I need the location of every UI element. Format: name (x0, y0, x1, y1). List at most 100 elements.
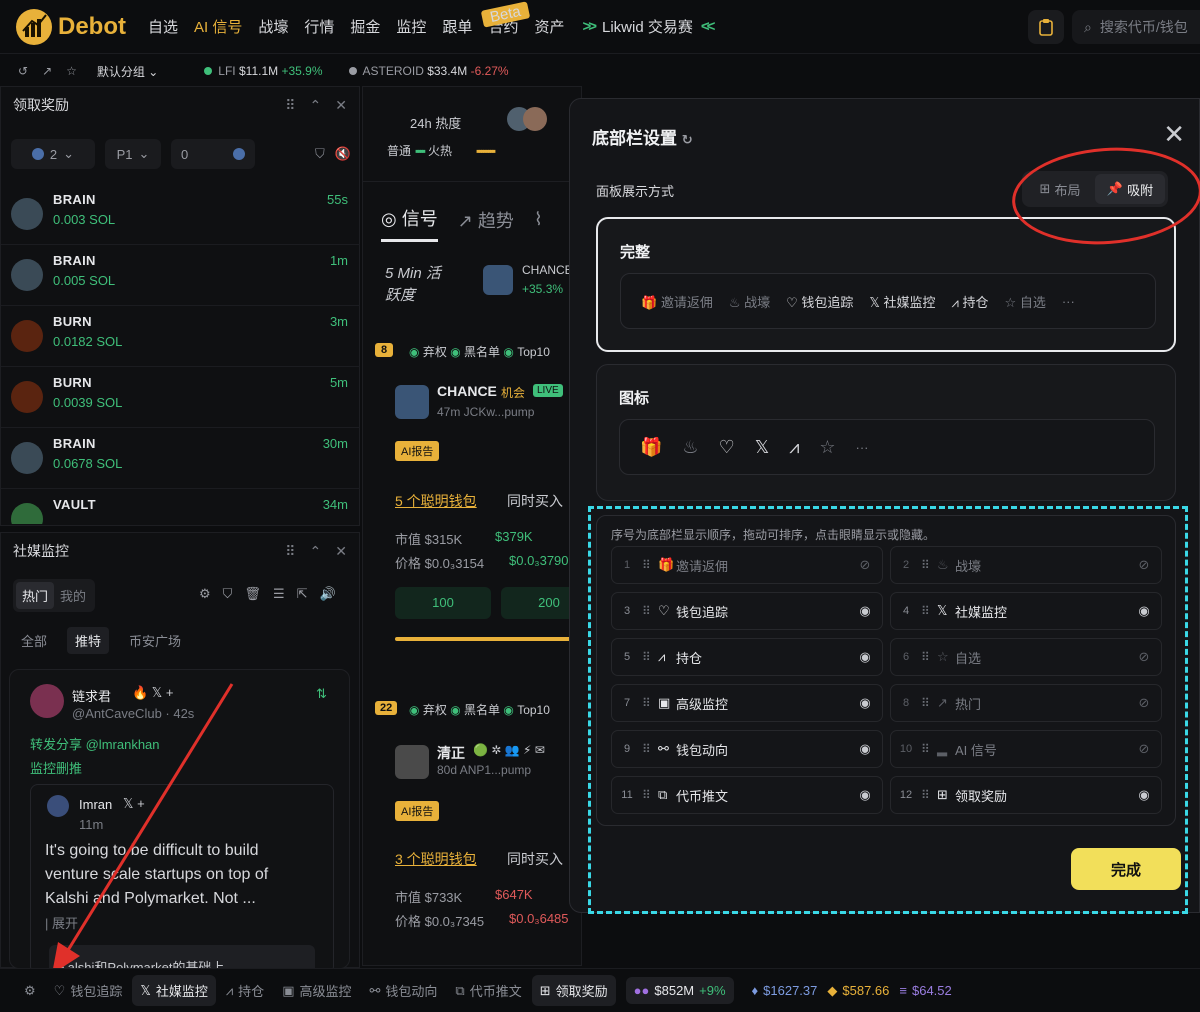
list-item[interactable]: BURN 0.0039 SOL 5m (1, 367, 360, 428)
collapse-icon[interactable]: ⌃ (310, 97, 322, 114)
subtab-all[interactable]: 全部 (13, 627, 55, 654)
ticker-item[interactable]: LFI $11.1M +35.9% (218, 64, 322, 78)
list-item[interactable]: BRAIN 0.0678 SOL 30m (1, 428, 360, 489)
tag: 黑名单 (464, 345, 501, 359)
flame-icon: ♨ (728, 294, 741, 310)
tab-trends[interactable]: ↗ 趋势 (458, 207, 514, 241)
bnb-icon: ◆ (827, 982, 838, 998)
subtab-twitter[interactable]: 推特 (67, 627, 110, 654)
star-icon[interactable]: ☆ (66, 64, 77, 78)
collapse-icon[interactable]: ⌃ (310, 543, 322, 560)
volume-change: +9% (699, 983, 726, 998)
more-icon: ··· (1061, 293, 1075, 309)
tab-hot[interactable]: 热门 (16, 582, 55, 609)
close-icon[interactable]: ✕ (335, 97, 347, 114)
dialog-title-text: 底部栏设置 (592, 129, 677, 148)
nav-item-contract[interactable]: 合约 Beta (480, 1, 530, 37)
token-name: BURN (53, 314, 92, 329)
bottom-item-wallet-tracking[interactable]: ♡ 钱包追踪 (54, 981, 123, 1000)
list-item[interactable]: VAULT 34m (1, 489, 360, 524)
nav-item-copytrade[interactable]: 跟单 (434, 16, 480, 37)
price: 价格 $0.0₃3154 (395, 556, 485, 571)
tab-signals-label: 信号 (401, 209, 438, 229)
smart-wallet-link[interactable]: 3 个聪明钱包 (395, 849, 477, 869)
close-icon[interactable]: ✕ (1163, 121, 1185, 147)
search-input[interactable]: ⌕ 搜索代币/钱包 (1072, 10, 1200, 44)
search-placeholder: 搜索代币/钱包 (1099, 19, 1188, 35)
tab-signals[interactable]: ◎ 信号 (381, 205, 438, 242)
social-subtabs: 全部 推特 币安广场 (13, 627, 189, 654)
nav-item-mining[interactable]: 掘金 (342, 16, 388, 37)
trend-icon[interactable]: ↗ (42, 64, 52, 78)
smart-suffix: 同时买入 (507, 851, 563, 867)
bottom-item-label: 高级监控 (299, 984, 352, 999)
list-item[interactable]: BRAIN 0.005 SOL 1m (1, 245, 360, 306)
nav-item-watchlist[interactable]: 自选 (140, 16, 186, 37)
clipboard-button[interactable] (1028, 10, 1064, 44)
tag: 弃权 (422, 345, 447, 359)
signal-card[interactable]: 22 ◉ 弃权 ◉ 黑名单 ◉ Top10 清正 🟢 ✲ 👥 ⚡ ✉ 80d A… (373, 691, 581, 965)
bottom-item-advanced-monitor[interactable]: ▣ 高级监控 (282, 981, 351, 1000)
speaker-icon[interactable]: 🔊 (320, 586, 336, 602)
nav-item-ai-signal[interactable]: AI 信号 (186, 16, 250, 37)
close-icon[interactable]: ✕ (335, 543, 347, 560)
preview-item: 🎁 邀请返佣 (641, 292, 713, 311)
annotation-box (588, 506, 1188, 914)
chain-filter[interactable]: 2 ⌄ (11, 139, 95, 169)
bottom-item-token-tweets[interactable]: ⧉ 代币推文 (455, 981, 521, 1000)
bottom-item-holdings[interactable]: ⩘ 持仓 (226, 981, 264, 1000)
list-item[interactable]: BURN 0.0182 SOL 3m (1, 306, 360, 367)
link-icon[interactable]: ⌇ (534, 209, 543, 238)
ticker-name: ASTEROID (362, 64, 424, 78)
amount-value: 0 (181, 146, 189, 162)
eth-price: ♦ $1627.37 (752, 983, 818, 998)
trash-icon[interactable]: 🗑 (244, 586, 261, 602)
social-icons: 🟢 ✲ 👥 ⚡ ✉ (473, 743, 545, 757)
buy-100-button[interactable]: 100 (395, 587, 491, 619)
price: 价格 $0.0₃7345 (395, 914, 485, 929)
list-item[interactable]: BRAIN 0.003 SOL 55s (1, 184, 360, 245)
icon-style-card[interactable]: 图标 🎁 ♨ ♡ 𝕏 ⩘ ☆ ··· (596, 364, 1176, 501)
priority-filter[interactable]: P1 ⌄ (105, 139, 161, 169)
ticker-value: $33.4M (427, 64, 468, 78)
history-icon[interactable]: ↺ (18, 64, 28, 78)
brand-logo[interactable]: Debot (16, 8, 126, 45)
amount-input[interactable]: 0 (171, 139, 255, 169)
rewards-list: BRAIN 0.003 SOL 55s BRAIN 0.005 SOL 1m B… (1, 184, 360, 524)
gear-icon[interactable]: ⚙ (199, 586, 211, 602)
drag-handle-icon[interactable]: ⠿ (285, 97, 295, 114)
preview-item-label: 邀请返佣 (660, 294, 713, 310)
ticker-item[interactable]: ASTEROID $33.4M -6.27% (363, 64, 509, 78)
token-name: BURN (53, 375, 92, 390)
group-select[interactable]: 默认分组 ⌄ (97, 63, 158, 80)
tab-mine[interactable]: 我的 (54, 582, 92, 609)
nav-item-monitor[interactable]: 监控 (388, 16, 434, 37)
bottom-item-social-monitor[interactable]: 𝕏 社媒监控 (132, 975, 216, 1006)
bottom-item-wallet-activity[interactable]: ⚯ 钱包动向 (370, 981, 438, 1000)
refresh-icon[interactable]: ↻ (682, 132, 693, 147)
token-name: BRAIN (53, 436, 96, 451)
ai-report-button[interactable]: AI报告 (395, 801, 440, 821)
filter-icon[interactable]: ⛉ (315, 139, 325, 169)
token-name: BRAIN (53, 192, 96, 207)
fire-icon (11, 381, 43, 413)
price-value: $1627.37 (763, 983, 818, 998)
ai-report-button[interactable]: AI报告 (395, 441, 440, 461)
mute-icon[interactable]: 🔇 (335, 139, 351, 169)
bottom-item-claim-rewards[interactable]: ⊞ 领取奖励 (531, 975, 616, 1006)
nav-item-assets[interactable]: 资产 (526, 16, 572, 37)
filter-icon[interactable]: ⛉ (223, 586, 233, 602)
token-avatar (395, 745, 429, 779)
smart-wallet-link[interactable]: 5 个聪明钱包 (395, 491, 477, 511)
nav-item-market[interactable]: 行情 (296, 16, 342, 37)
nav-item-trenches[interactable]: 战壕 (250, 16, 296, 37)
sliders-icon[interactable]: ☰ (273, 586, 285, 602)
volume-badge[interactable]: ●● $852M +9% (625, 977, 734, 1004)
settings-icon[interactable]: ⚙ (24, 983, 36, 999)
drag-handle-icon[interactable]: ⠿ (285, 543, 295, 560)
subtab-binance-square[interactable]: 币安广场 (121, 627, 189, 654)
logo-icon (16, 8, 52, 45)
external-link-icon[interactable]: ⇱ (297, 586, 308, 602)
signal-card[interactable]: 8 ◉ 弃权 ◉ 黑名单 ◉ Top10 CHANCE 机会 LIVE 47m … (373, 333, 581, 673)
promo-link[interactable]: Likwid 交易赛 (602, 16, 693, 37)
